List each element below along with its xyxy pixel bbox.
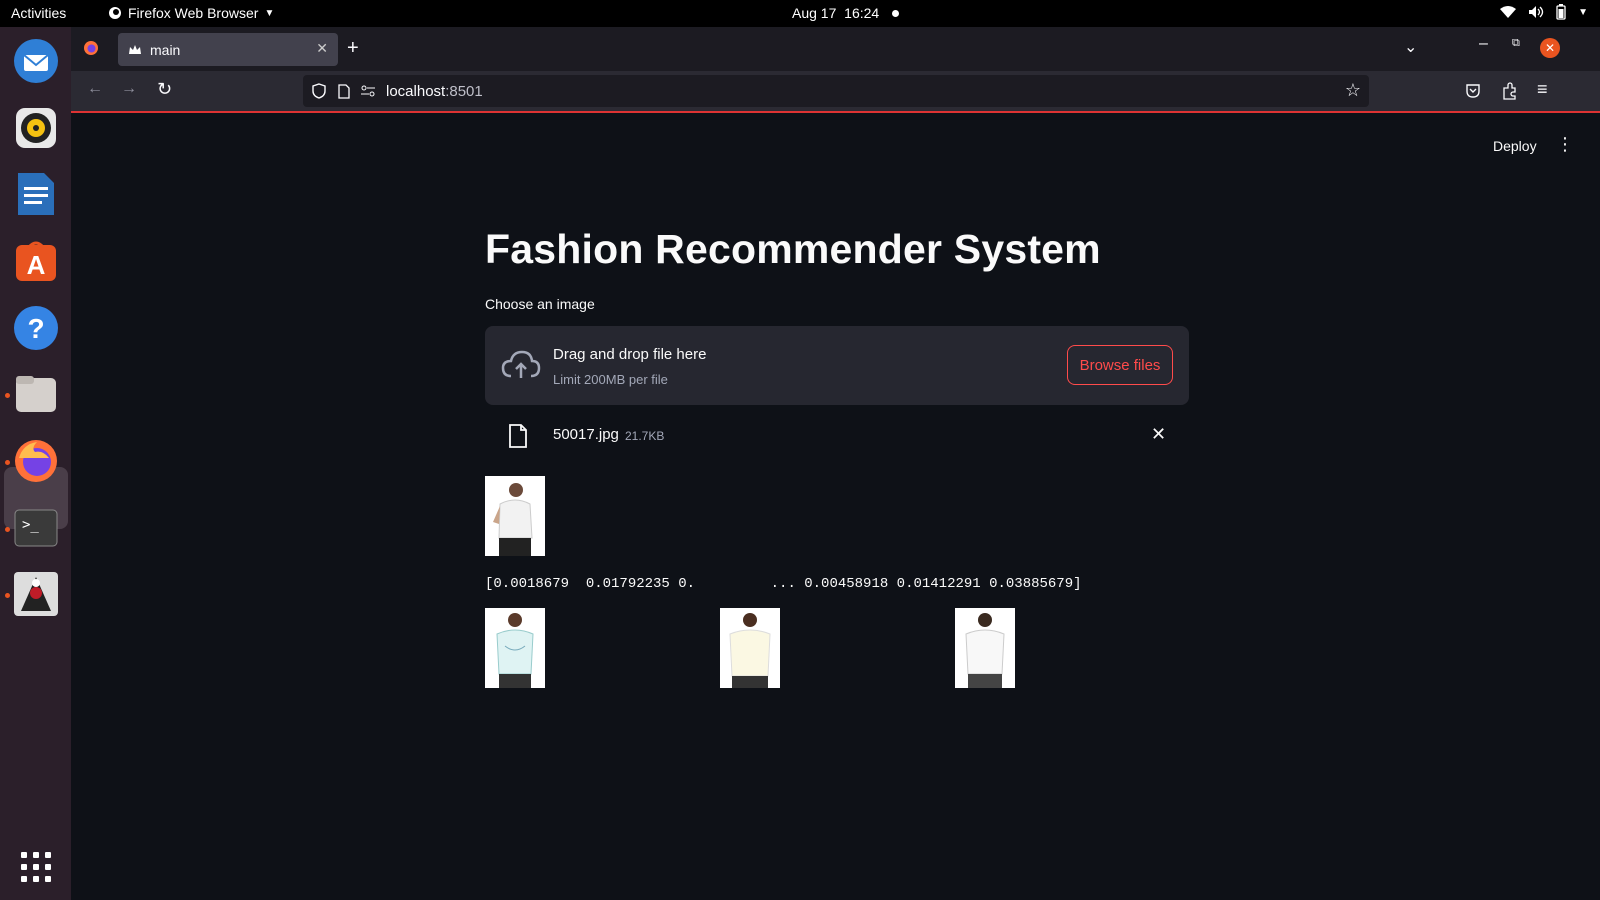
- list-all-tabs-icon[interactable]: ⌄: [1404, 37, 1417, 57]
- terminal-icon[interactable]: >_: [12, 504, 60, 552]
- page-icon: [338, 83, 350, 99]
- chevron-down-icon: ▼: [264, 7, 275, 19]
- new-tab-button[interactable]: +: [347, 37, 359, 60]
- tab-bar: main ✕ + ⌄ – ⧉ ✕: [71, 27, 1600, 71]
- writer-icon[interactable]: [12, 170, 60, 218]
- remove-file-icon[interactable]: ✕: [1151, 424, 1166, 445]
- running-indicator: [5, 393, 10, 398]
- cloud-upload-icon: [501, 350, 541, 378]
- date-text: Aug 17: [792, 5, 837, 21]
- browse-files-button[interactable]: Browse files: [1067, 345, 1173, 385]
- uploaded-file-size: 21.7KB: [625, 429, 665, 443]
- app-menu[interactable]: Firefox Web Browser ▼: [108, 5, 274, 21]
- files-icon[interactable]: [12, 370, 60, 418]
- running-indicator: [5, 460, 10, 465]
- hamburger-menu-icon[interactable]: ≡: [1537, 79, 1548, 100]
- system-tray[interactable]: ▼: [1500, 4, 1588, 20]
- back-arrow-icon[interactable]: ←: [87, 80, 103, 98]
- url-host: localhost: [386, 82, 446, 100]
- uploader-label: Choose an image: [485, 296, 595, 312]
- svg-text:A: A: [27, 250, 46, 280]
- app-menu-label: Firefox Web Browser: [128, 5, 259, 21]
- notification-dot: [892, 10, 899, 17]
- svg-text:?: ?: [27, 313, 44, 344]
- deploy-button[interactable]: Deploy: [1493, 138, 1537, 154]
- file-dropzone[interactable]: Drag and drop file here Limit 200MB per …: [485, 326, 1189, 405]
- shield-icon[interactable]: [312, 83, 326, 99]
- bookmark-star-icon[interactable]: ☆: [1345, 80, 1361, 101]
- netbeans-icon[interactable]: [12, 570, 60, 618]
- dropzone-title: Drag and drop file here: [553, 346, 707, 363]
- thunderbird-icon[interactable]: [12, 37, 60, 85]
- file-icon: [509, 424, 527, 448]
- running-indicator: [5, 593, 10, 598]
- chevron-down-icon: ▼: [1578, 6, 1588, 18]
- recommended-image-3: [955, 608, 1015, 688]
- tab-main[interactable]: main ✕: [118, 33, 338, 66]
- navigation-bar: ← → ↻ localhost:8501 ☆ ≡: [71, 71, 1600, 113]
- app-center-icon[interactable]: A: [12, 237, 60, 285]
- permissions-icon[interactable]: [360, 85, 376, 97]
- rhythmbox-icon[interactable]: [12, 104, 60, 152]
- pocket-icon[interactable]: [1465, 83, 1481, 99]
- uploaded-image: [485, 476, 545, 556]
- system-top-bar: Activities Firefox Web Browser ▼ Aug 17 …: [0, 0, 1600, 27]
- firefox-icon[interactable]: [12, 437, 60, 485]
- reload-icon[interactable]: ↻: [157, 79, 172, 100]
- url-bar[interactable]: localhost:8501 ☆: [303, 75, 1369, 107]
- window-close-button[interactable]: ✕: [1540, 38, 1560, 58]
- running-indicator: [5, 527, 10, 532]
- dropzone-limit: Limit 200MB per file: [553, 372, 668, 387]
- wifi-icon: [1500, 6, 1517, 18]
- clock[interactable]: Aug 17 16:24: [792, 5, 879, 21]
- volume-icon: [1529, 6, 1544, 18]
- dock: A ? >_: [0, 27, 71, 900]
- help-icon[interactable]: ?: [12, 304, 60, 352]
- battery-icon: [1556, 4, 1566, 20]
- uploaded-file-row: 50017.jpg 21.7KB ✕: [485, 414, 1189, 458]
- main-menu-icon[interactable]: ⋮: [1556, 134, 1574, 155]
- restore-button[interactable]: ⧉: [1512, 37, 1520, 50]
- extensions-icon[interactable]: [1501, 82, 1517, 100]
- recommended-image-2: [720, 608, 780, 688]
- feature-vector-output: [0.0018679 0.01792235 0. ... 0.00458918 …: [485, 576, 1082, 592]
- tab-title: main: [150, 41, 181, 58]
- app-grid-icon[interactable]: [12, 843, 60, 891]
- time-text: 16:24: [844, 5, 880, 21]
- svg-text:>_: >_: [22, 517, 39, 533]
- firefox-small-icon: [109, 7, 121, 19]
- uploaded-file-name: 50017.jpg: [553, 426, 619, 443]
- close-icon[interactable]: ✕: [316, 40, 328, 57]
- minimize-button[interactable]: –: [1479, 35, 1488, 53]
- streamlit-app: Deploy ⋮ Fashion Recommender System Choo…: [71, 114, 1600, 900]
- recommended-image-1: [485, 608, 545, 688]
- url-port: :8501: [445, 82, 483, 100]
- streamlit-crown-icon: [129, 44, 141, 54]
- activities-button[interactable]: Activities: [11, 5, 66, 21]
- firefox-view-icon[interactable]: [83, 40, 99, 56]
- forward-arrow-icon[interactable]: →: [121, 80, 137, 98]
- page-title: Fashion Recommender System: [485, 226, 1101, 272]
